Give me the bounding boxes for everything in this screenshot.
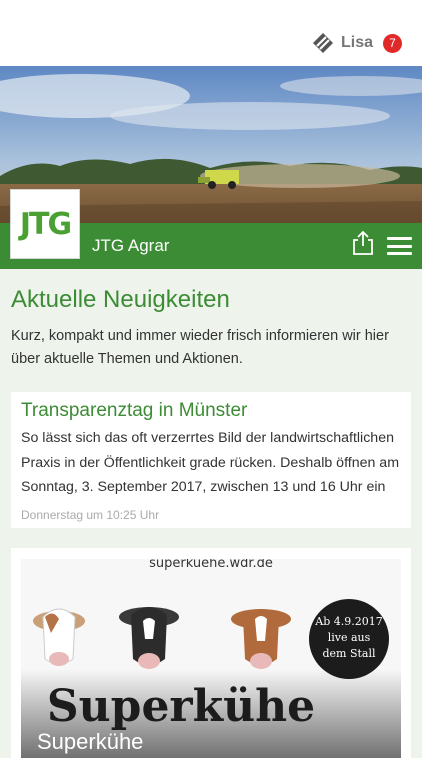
logo-icon[interactable]: JTG	[10, 189, 80, 259]
news-title[interactable]: Transparenztag in Münster	[21, 400, 247, 422]
news-excerpt: So lässt sich das oft verzerrtes Bild de…	[21, 430, 400, 495]
notification-badge[interactable]: 7	[383, 33, 402, 53]
top-bar: Lisa 7	[0, 0, 422, 67]
news-card[interactable]: superkuehe.wdr.de Ab 4.9.2017 live aus d…	[11, 548, 411, 758]
stamp-line-1: Ab 4.9.2017	[314, 615, 382, 628]
news-date: Donnerstag um 10:25 Uhr	[21, 508, 160, 522]
news-card[interactable]: Transparenztag in Münster So lässt sich …	[11, 392, 411, 528]
news-title[interactable]: Superkühe	[37, 729, 143, 755]
stamp-line-2: live aus	[328, 631, 371, 644]
intro-text: Kurz, kompakt und immer wieder frisch in…	[11, 328, 389, 367]
logo-text: JTG	[19, 206, 72, 242]
page-title: Aktuelle Neuigkeiten	[11, 286, 230, 313]
brand-title: JTG Agrar	[92, 236, 170, 255]
share-icon[interactable]	[352, 230, 374, 256]
user-name: Lisa	[340, 34, 373, 51]
user-logo-icon	[312, 33, 333, 53]
user-menu[interactable]: Lisa 7	[312, 33, 402, 53]
menu-icon[interactable]	[387, 237, 412, 255]
stamp-line-3: dem Stall	[322, 647, 376, 660]
image-headline: Superkühe	[47, 681, 315, 732]
image-url-text: superkuehe.wdr.de	[149, 559, 273, 571]
